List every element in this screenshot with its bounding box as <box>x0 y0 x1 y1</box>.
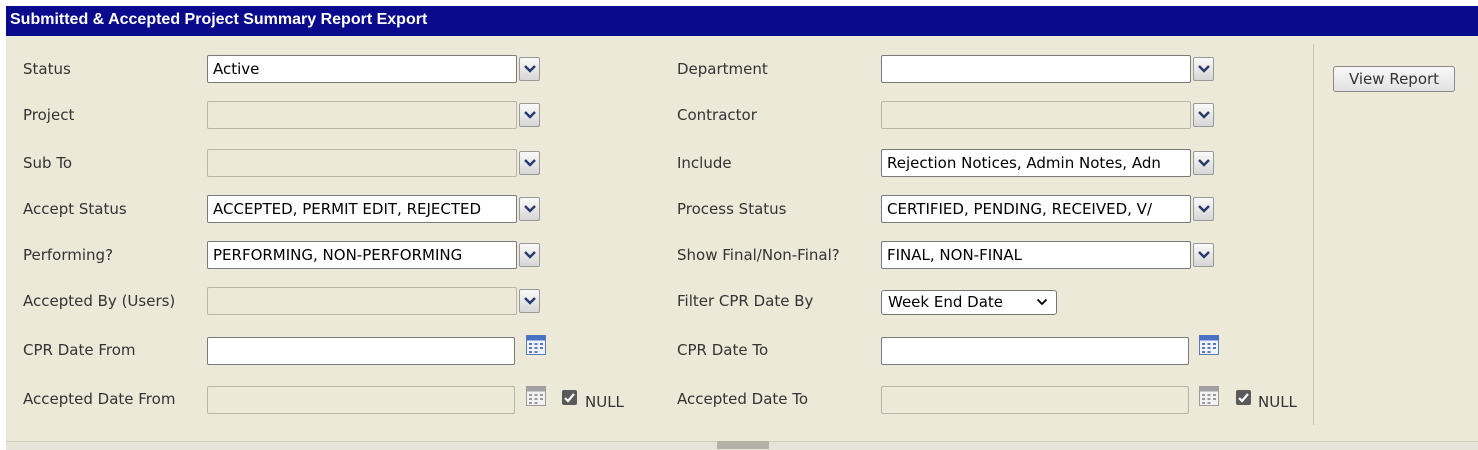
department-dropdown-button[interactable] <box>1193 57 1214 81</box>
title-bar: Submitted & Accepted Project Summary Rep… <box>6 6 1478 36</box>
include-label: Include <box>677 154 732 172</box>
chevron-down-icon <box>524 297 536 305</box>
chevron-down-icon <box>524 159 536 167</box>
calendar-icon[interactable] <box>526 335 546 355</box>
show-final-combobox[interactable]: FINAL, NON-FINAL <box>881 241 1191 269</box>
sub-to-label: Sub To <box>23 154 73 172</box>
accepted-by-label: Accepted By (Users) <box>23 292 176 310</box>
contractor-label: Contractor <box>677 106 757 124</box>
chevron-down-icon <box>1036 298 1048 306</box>
department-combobox[interactable] <box>881 55 1191 83</box>
chevron-down-icon <box>1198 111 1210 119</box>
chevron-down-icon <box>524 205 536 213</box>
view-report-button[interactable]: View Report <box>1333 66 1455 92</box>
chevron-down-icon <box>524 111 536 119</box>
chevron-down-icon <box>524 65 536 73</box>
accepted-date-from-input[interactable] <box>207 386 515 414</box>
status-dropdown-button[interactable] <box>519 57 540 81</box>
process-status-combobox[interactable]: CERTIFIED, PENDING, RECEIVED, V/ <box>881 195 1191 223</box>
sub-to-combobox[interactable] <box>207 149 517 177</box>
contractor-combobox[interactable] <box>881 101 1191 129</box>
chevron-down-icon <box>1198 251 1210 259</box>
chevron-down-icon <box>1198 205 1210 213</box>
show-final-dropdown-button[interactable] <box>1193 243 1214 267</box>
filter-cpr-date-by-label: Filter CPR Date By <box>677 292 814 310</box>
cpr-date-to-label: CPR Date To <box>677 341 769 359</box>
contractor-dropdown-button[interactable] <box>1193 103 1214 127</box>
page-title: Submitted & Accepted Project Summary Rep… <box>10 11 428 28</box>
chevron-down-icon <box>1198 159 1210 167</box>
cpr-date-from-input[interactable] <box>207 337 515 365</box>
collapse-panel-tab[interactable] <box>717 441 769 449</box>
calendar-icon[interactable] <box>526 386 546 406</box>
accept-status-label: Accept Status <box>23 200 127 218</box>
filter-cpr-date-by-select[interactable]: Week End Date <box>881 290 1057 315</box>
checkmark-icon <box>1238 393 1249 403</box>
project-combobox[interactable] <box>207 101 517 129</box>
department-label: Department <box>677 60 768 78</box>
accepted-date-from-label: Accepted Date From <box>23 390 176 408</box>
calendar-icon[interactable] <box>1199 335 1219 355</box>
process-status-label: Process Status <box>677 200 787 218</box>
performing-dropdown-button[interactable] <box>519 243 540 267</box>
accept-status-dropdown-button[interactable] <box>519 197 540 221</box>
chevron-down-icon <box>1198 65 1210 73</box>
accepted-date-from-null-checkbox[interactable] <box>562 390 577 405</box>
project-dropdown-button[interactable] <box>519 103 540 127</box>
accepted-date-to-label: Accepted Date To <box>677 390 809 408</box>
accepted-date-to-input[interactable] <box>881 386 1189 414</box>
filter-cpr-date-by-value: Week End Date <box>888 293 1003 311</box>
filter-panel <box>6 36 1478 441</box>
status-combobox[interactable]: Active <box>207 55 517 83</box>
divider <box>1313 44 1314 425</box>
status-label: Status <box>23 60 71 78</box>
cpr-date-to-input[interactable] <box>881 337 1189 365</box>
calendar-icon[interactable] <box>1199 386 1219 406</box>
accepted-date-to-null-label: NULL <box>1258 393 1297 411</box>
accept-status-combobox[interactable]: ACCEPTED, PERMIT EDIT, REJECTED <box>207 195 517 223</box>
chevron-down-icon <box>524 251 536 259</box>
accepted-by-combobox[interactable] <box>207 287 517 315</box>
accepted-by-dropdown-button[interactable] <box>519 289 540 313</box>
accepted-date-to-null-checkbox[interactable] <box>1236 390 1251 405</box>
cpr-date-from-label: CPR Date From <box>23 341 136 359</box>
process-status-dropdown-button[interactable] <box>1193 197 1214 221</box>
checkmark-icon <box>564 393 575 403</box>
sub-to-dropdown-button[interactable] <box>519 151 540 175</box>
include-combobox[interactable]: Rejection Notices, Admin Notes, Adn <box>881 149 1191 177</box>
project-label: Project <box>23 106 75 124</box>
accepted-date-from-null-label: NULL <box>585 393 624 411</box>
include-dropdown-button[interactable] <box>1193 151 1214 175</box>
show-final-label: Show Final/Non-Final? <box>677 246 840 264</box>
performing-label: Performing? <box>23 246 114 264</box>
performing-combobox[interactable]: PERFORMING, NON-PERFORMING <box>207 241 517 269</box>
